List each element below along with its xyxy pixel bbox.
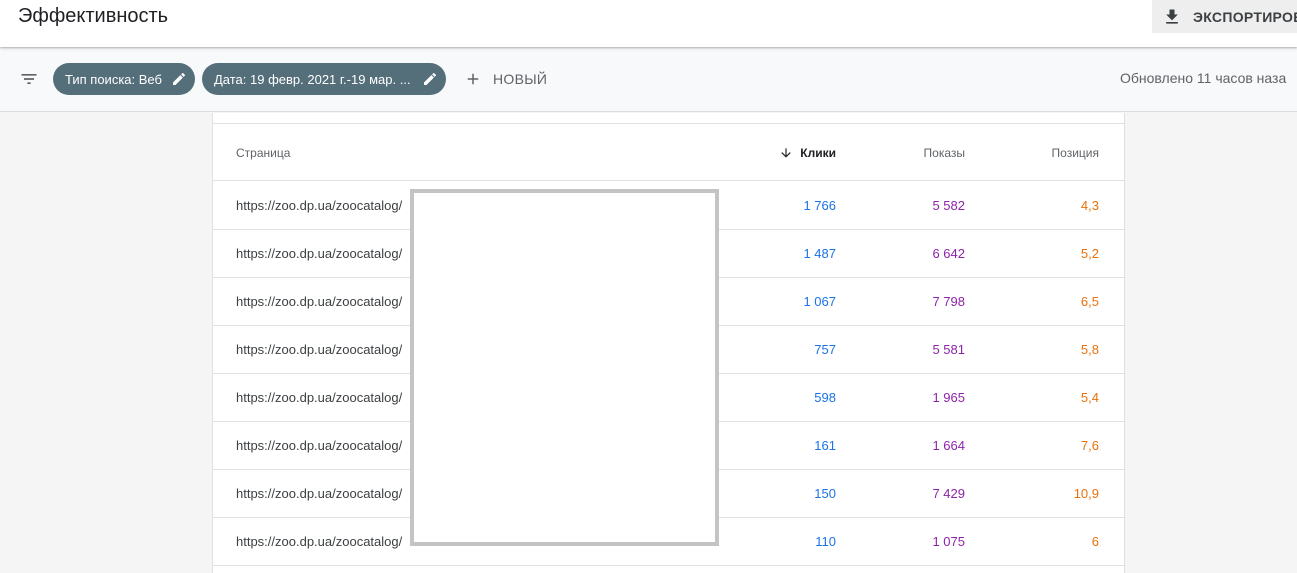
- clicks-value: 110: [815, 534, 836, 549]
- impressions-value: 1 664: [932, 438, 965, 453]
- impressions-value: 5 581: [932, 342, 965, 357]
- position-value: 7,6: [1080, 438, 1099, 453]
- new-filter-button[interactable]: НОВЫЙ: [462, 65, 547, 93]
- arrow-down-icon: [779, 146, 793, 160]
- app-header: Эффективность ЭКСПОРТИРОВ: [0, 0, 1297, 47]
- page-url[interactable]: https://zoo.dp.ua/zoocatalog/: [236, 246, 402, 261]
- clicks-value: 161: [814, 438, 836, 453]
- page-url[interactable]: https://zoo.dp.ua/zoocatalog/: [236, 390, 402, 405]
- page-title: Эффективность: [18, 5, 169, 27]
- page-url[interactable]: https://zoo.dp.ua/zoocatalog/: [236, 438, 402, 453]
- page-url[interactable]: https://zoo.dp.ua/zoocatalog/: [236, 534, 402, 549]
- filter-bar: Тип поиска: Веб Дата: 19 февр. 2021 г.-1…: [0, 47, 1297, 112]
- clicks-value: 1 766: [803, 198, 836, 213]
- position-value: 5,4: [1080, 390, 1099, 405]
- position-value: 5,8: [1080, 342, 1099, 357]
- clicks-value: 1 487: [803, 246, 836, 261]
- page-url[interactable]: https://zoo.dp.ua/zoocatalog/: [236, 294, 402, 309]
- clicks-value: 598: [814, 390, 836, 405]
- impressions-value: 1 965: [932, 390, 965, 405]
- chip-label: Дата: 19 февр. 2021 г.-19 мар. ...: [214, 71, 411, 87]
- table-header: Страница Клики Показы Позиция: [213, 124, 1124, 181]
- column-header-clicks-label: Клики: [800, 146, 836, 160]
- last-updated-text: Обновлено 11 часов наза: [1120, 70, 1287, 86]
- position-value: 5,2: [1080, 246, 1099, 261]
- impressions-value: 6 642: [932, 246, 965, 261]
- search-type-chip[interactable]: Тип поиска: Веб: [53, 63, 195, 95]
- column-header-impressions[interactable]: Показы: [924, 146, 965, 160]
- redaction-box: [410, 189, 719, 546]
- export-button-label: ЭКСПОРТИРОВ: [1193, 8, 1297, 25]
- column-header-clicks[interactable]: Клики: [779, 146, 836, 160]
- column-header-page[interactable]: Страница: [236, 146, 290, 160]
- page-url[interactable]: https://zoo.dp.ua/zoocatalog/: [236, 198, 402, 213]
- clicks-value: 757: [814, 342, 836, 357]
- page-url[interactable]: https://zoo.dp.ua/zoocatalog/: [236, 486, 402, 501]
- impressions-value: 5 582: [932, 198, 965, 213]
- new-filter-label: НОВЫЙ: [493, 71, 548, 87]
- download-icon: [1162, 7, 1182, 27]
- column-header-position[interactable]: Позиция: [1052, 146, 1099, 160]
- filter-list-icon[interactable]: [18, 69, 40, 89]
- date-range-chip[interactable]: Дата: 19 февр. 2021 г.-19 мар. ...: [202, 63, 446, 95]
- impressions-value: 7 429: [932, 486, 965, 501]
- position-value: 6,5: [1080, 294, 1099, 309]
- chip-label: Тип поиска: Веб: [65, 71, 162, 87]
- position-value: 4,3: [1080, 198, 1099, 213]
- plus-icon: [462, 68, 484, 90]
- page-url[interactable]: https://zoo.dp.ua/zoocatalog/: [236, 342, 402, 357]
- impressions-value: 7 798: [932, 294, 965, 309]
- export-button[interactable]: ЭКСПОРТИРОВ: [1152, 0, 1297, 33]
- impressions-value: 1 075: [932, 534, 965, 549]
- pencil-icon[interactable]: [171, 71, 187, 87]
- clicks-value: 1 067: [803, 294, 836, 309]
- position-value: 6: [1091, 534, 1099, 549]
- clicks-value: 150: [814, 486, 836, 501]
- pencil-icon[interactable]: [422, 71, 438, 87]
- position-value: 10,9: [1073, 486, 1099, 501]
